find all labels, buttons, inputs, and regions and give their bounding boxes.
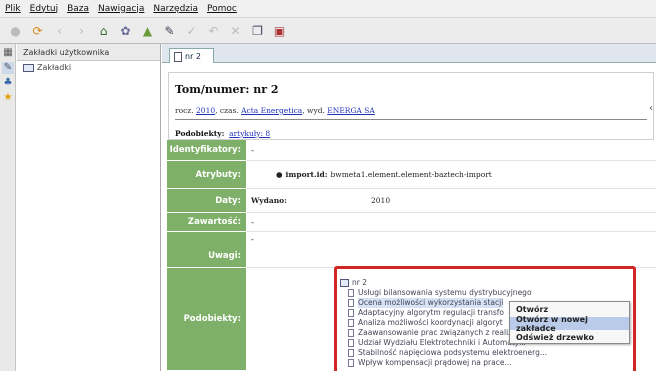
- edit-icon[interactable]: ✎: [160, 21, 179, 40]
- menu-nawigacja[interactable]: Nawigacja: [98, 4, 144, 14]
- delete-icon[interactable]: ✕: [226, 21, 245, 40]
- home-icon[interactable]: ⌂: [94, 21, 113, 40]
- bookmark-folder-label: Zakładki: [37, 63, 72, 72]
- menu-bar: Plik Edytuj Baza Nawigacja Narzędzia Pom…: [0, 0, 656, 18]
- tools-icon[interactable]: ✿: [116, 21, 135, 40]
- daty-text: 2010: [371, 196, 391, 205]
- back-icon[interactable]: ‹: [50, 21, 69, 40]
- bookmarks-panel: Zakładki użytkownika Zakładki: [17, 44, 161, 371]
- menu-pomoc[interactable]: Pomoc: [207, 4, 237, 14]
- identyfikatory-label: Identyfikatory:: [167, 140, 246, 161]
- stop-icon[interactable]: ●: [6, 21, 25, 40]
- scroll-arrow-icon[interactable]: ‹: [649, 103, 653, 114]
- atrybuty-text: bwmeta1.element.element-baztech-import: [330, 170, 492, 179]
- ctx-open-new-tab[interactable]: Otwórz w nowej zakładce: [510, 315, 629, 333]
- context-menu: Otwórz Otwórz w nowej zakładce Odśwież d…: [509, 301, 630, 344]
- podobiekty-summary-label: Podobiekty:: [175, 129, 225, 138]
- left-icon-strip: ▦ ✎ ♣ ★: [0, 44, 16, 371]
- add-icon[interactable]: ▲: [138, 21, 157, 40]
- export-icon[interactable]: ▣: [270, 21, 289, 40]
- atrybuty-value: ● import.id: bwmeta1.element.element-bazt…: [246, 161, 656, 189]
- header-divider: [175, 119, 647, 120]
- atrybuty-key: import.id:: [285, 170, 328, 179]
- sub-mid: , czas.: [215, 106, 242, 115]
- zawartosc-value: -: [246, 213, 656, 232]
- database-icon[interactable]: ▦: [2, 47, 14, 59]
- journal-link[interactable]: Acta Energetica: [241, 106, 302, 115]
- bookmarks-header: Zakładki użytkownika: [17, 44, 160, 61]
- star-icon[interactable]: ★: [2, 92, 14, 104]
- publisher-link[interactable]: ENERGA SA: [327, 106, 375, 115]
- tab-label: nr 2: [185, 52, 201, 61]
- undo-icon[interactable]: ↶: [204, 21, 223, 40]
- menu-narzedzia[interactable]: Narzędzia: [153, 4, 198, 14]
- daty-value: Wydano: 2010: [246, 189, 656, 213]
- atrybuty-label: Atrybuty:: [167, 161, 246, 189]
- menu-edytuj[interactable]: Edytuj: [30, 4, 58, 14]
- podobiekty-label: Podobiekty:: [167, 268, 246, 371]
- uwagi-value: -: [246, 232, 656, 268]
- uwagi-label: Uwagi:: [167, 232, 246, 268]
- articles-link[interactable]: artykuły: 8: [229, 129, 270, 138]
- copy-icon[interactable]: ❐: [248, 21, 267, 40]
- sub-wyd: , wyd.: [302, 106, 328, 115]
- zawartosc-label: Zawartość:: [167, 213, 246, 232]
- daty-key: Wydano:: [251, 196, 287, 205]
- sub-prefix: rocz.: [175, 106, 197, 115]
- podobiekty-summary: Podobiekty: artykuły: 8: [175, 129, 270, 138]
- daty-label: Daty:: [167, 189, 246, 213]
- check-icon[interactable]: ✓: [182, 21, 201, 40]
- record-header: Tom/numer: nr 2 rocz. 2010, czas. Acta E…: [168, 72, 654, 140]
- year-link[interactable]: 2010: [196, 106, 215, 115]
- ctx-refresh-tree[interactable]: Odśwież drzewko: [510, 331, 629, 344]
- document-icon: [174, 51, 182, 62]
- folder-icon: [23, 63, 34, 72]
- bookmark-folder[interactable]: Zakładki: [17, 61, 160, 72]
- menu-plik[interactable]: Plik: [5, 4, 21, 14]
- toolbar: ● ⟳ ‹ › ⌂ ✿ ▲ ✎ ✓ ↶ ✕ ❐ ▣: [0, 18, 656, 44]
- tree-icon[interactable]: ♣: [2, 77, 14, 89]
- identyfikatory-value: -: [246, 140, 656, 161]
- forward-icon[interactable]: ›: [72, 21, 91, 40]
- tab-nr-2[interactable]: nr 2: [169, 48, 214, 64]
- tab-bar: nr 2: [162, 44, 656, 64]
- record-title: Tom/numer: nr 2: [175, 83, 279, 96]
- refresh-icon[interactable]: ⟳: [28, 21, 47, 40]
- menu-baza[interactable]: Baza: [67, 4, 89, 14]
- bookmarks-icon[interactable]: ✎: [2, 62, 14, 74]
- record-subtitle: rocz. 2010, czas. Acta Energetica, wyd. …: [175, 106, 375, 115]
